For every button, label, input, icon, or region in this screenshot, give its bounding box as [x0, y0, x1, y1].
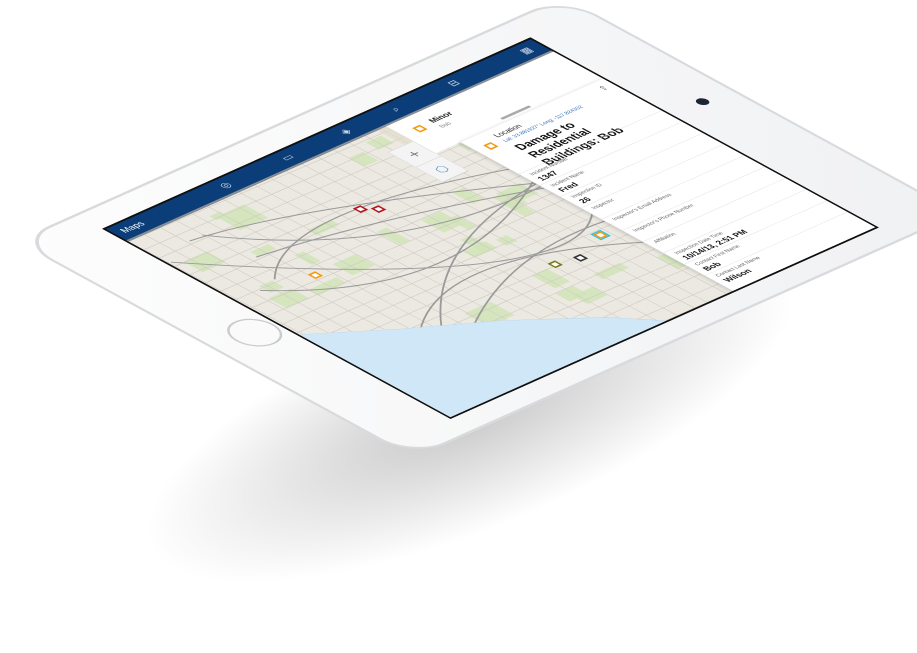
measure-icon[interactable]: ⊟ — [442, 78, 465, 89]
camera — [693, 96, 713, 107]
bookmarks-icon[interactable]: ▭ — [276, 152, 299, 163]
park-area — [495, 235, 518, 246]
layers-icon[interactable]: ◈ — [334, 126, 357, 137]
app-title: Maps — [117, 219, 148, 235]
share-icon[interactable]: ⇪ — [596, 84, 612, 92]
minor-marker-icon — [483, 142, 499, 150]
minor-marker-icon — [412, 124, 428, 133]
ipad-device: + ⬡ Maps ◎ ▭ ◈ ⌕ ⊟ ▦ Minor Bob Location … — [15, 0, 917, 459]
park-area — [420, 211, 464, 233]
basemap-icon[interactable]: ◎ — [214, 180, 237, 191]
search-icon[interactable]: ⌕ — [384, 103, 407, 114]
qr-icon[interactable]: ▦ — [515, 45, 538, 56]
